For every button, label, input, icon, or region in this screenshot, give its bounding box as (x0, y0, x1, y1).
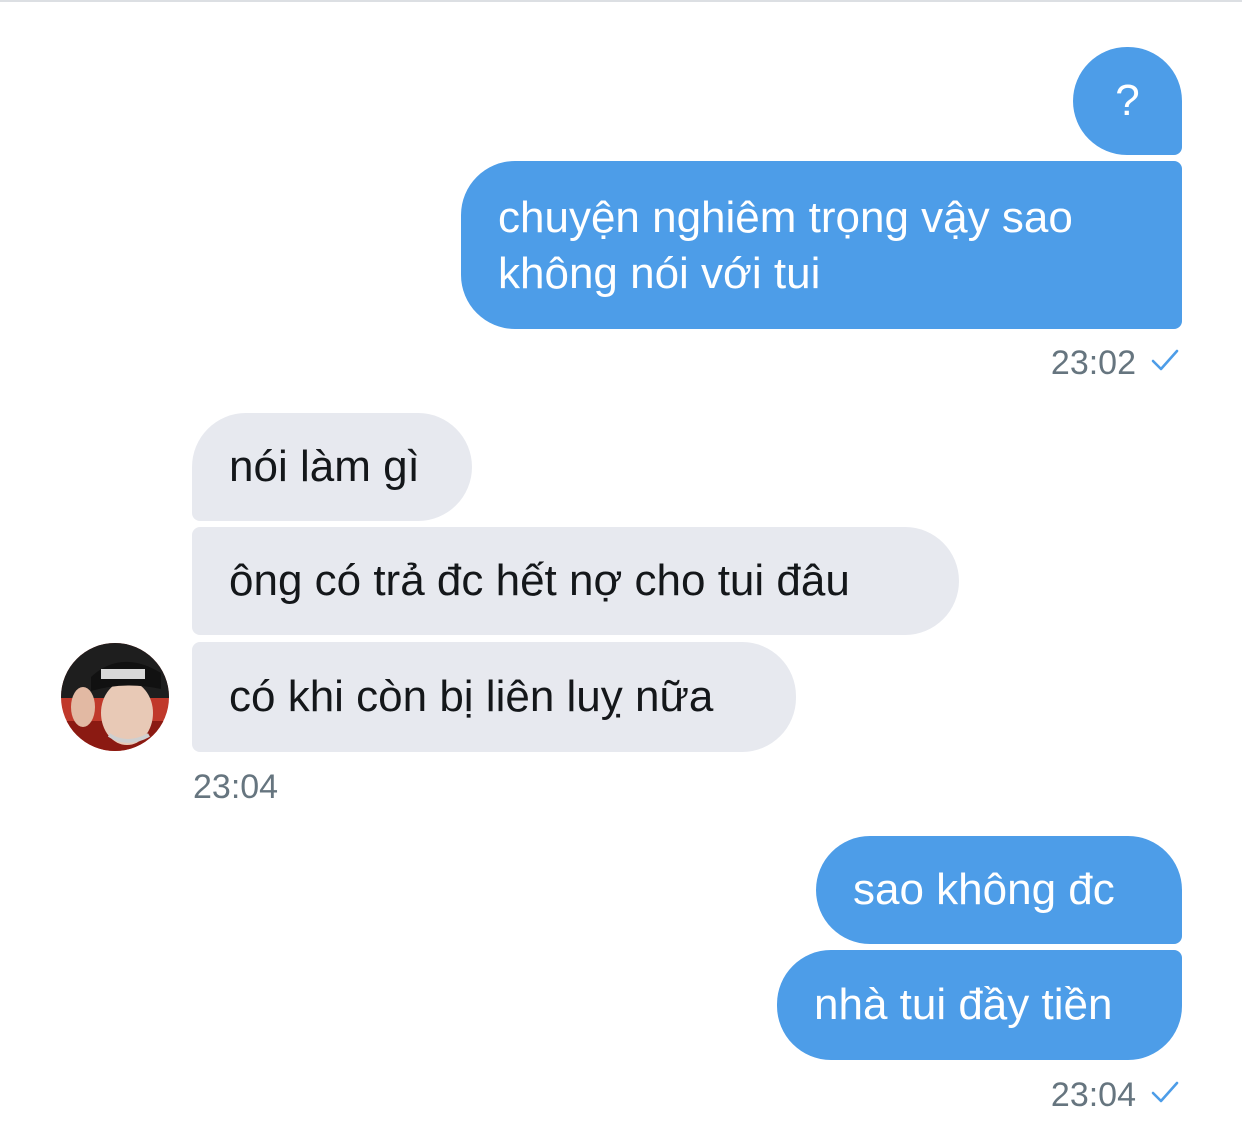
top-divider (0, 0, 1242, 2)
contact-avatar[interactable] (61, 643, 169, 751)
received-message-bubble[interactable]: có khi còn bị liên luỵ nữa (192, 642, 796, 752)
message-text: có khi còn bị liên luỵ nữa (229, 672, 714, 721)
timestamp-text: 23:04 (1050, 1076, 1136, 1114)
received-message-bubble[interactable]: nói làm gì (192, 413, 472, 521)
message-text: ông có trả đc hết nợ cho tui đâu (229, 556, 850, 605)
message-text-line: không nói với tui (498, 249, 821, 298)
checkmark-icon (1150, 342, 1180, 382)
message-text: ? (1115, 76, 1140, 125)
received-message-bubble[interactable]: ông có trả đc hết nợ cho tui đâu (192, 527, 959, 635)
message-text-line: chuyện nghiêm trọng vậy sao (498, 193, 1073, 242)
sent-message-bubble[interactable]: sao không đc (816, 836, 1182, 944)
sent-message-bubble[interactable]: chuyện nghiêm trọng vậy sao không nói vớ… (461, 161, 1182, 329)
message-text: nhà tui đầy tiền (814, 980, 1113, 1029)
timestamp-text: 23:04 (193, 768, 279, 806)
message-timestamp: 23:02 (1051, 343, 1180, 383)
message-timestamp: 23:04 (1051, 1075, 1180, 1115)
message-timestamp: 23:04 (193, 767, 278, 807)
chat-window: ? chuyện nghiêm trọng vậy sao không nói … (0, 0, 1242, 1130)
sent-message-bubble[interactable]: nhà tui đầy tiền (777, 950, 1182, 1060)
message-text: nói làm gì (229, 442, 420, 491)
sent-message-bubble[interactable]: ? (1073, 47, 1182, 155)
message-text: sao không đc (853, 865, 1115, 914)
checkmark-icon (1150, 1074, 1180, 1114)
timestamp-text: 23:02 (1050, 344, 1136, 382)
